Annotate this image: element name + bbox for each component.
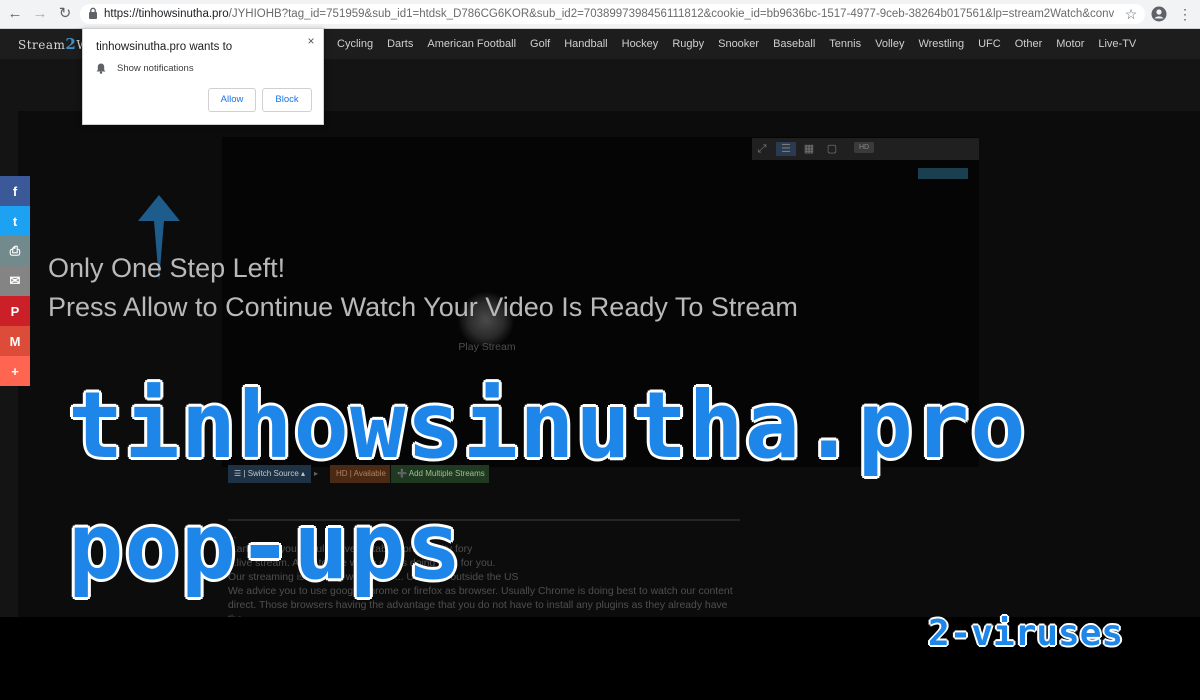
nav-item-rugby[interactable]: Rugby	[672, 29, 704, 59]
url-host: https://tinhowsinutha.pro	[104, 8, 229, 20]
nav-item-darts[interactable]: Darts	[387, 29, 413, 59]
nav-item-tennis[interactable]: Tennis	[829, 29, 861, 59]
play-stream-label[interactable]: Play Stream	[445, 341, 529, 353]
forward-icon[interactable]: →	[31, 5, 49, 23]
watermark-subtitle: pop-ups	[68, 493, 463, 600]
browser-toolbar: ← → ↻ https://tinhowsinutha.pro/JYHIOHB?…	[0, 0, 1200, 29]
pinterest-icon[interactable]: P	[0, 296, 30, 326]
close-icon[interactable]: ×	[305, 35, 317, 47]
nav-item-snooker[interactable]: Snooker	[718, 29, 759, 59]
nav-item-live-tv[interactable]: Live-TV	[1098, 29, 1136, 59]
reload-icon[interactable]: ↻	[56, 5, 74, 23]
nav-item-baseball[interactable]: Baseball	[773, 29, 815, 59]
notification-permission-popup: tinhowsinutha.pro wants to × Show notifi…	[82, 28, 324, 125]
nav-item-ufc[interactable]: UFC	[978, 29, 1001, 59]
sport-nav-list: Cycling Darts American Football Golf Handbal…	[337, 29, 1136, 59]
tv-icon[interactable]: ▢	[825, 142, 839, 156]
site-logo[interactable]: Stream2W	[18, 35, 89, 53]
nav-item-volley[interactable]: Volley	[875, 29, 904, 59]
account-icon[interactable]	[1151, 6, 1167, 22]
watermark-title: tinhowsinutha.pro	[68, 372, 1027, 479]
facebook-icon[interactable]: f	[0, 176, 30, 206]
logo-text-left: Stream	[18, 38, 66, 52]
email-icon[interactable]: ✉	[0, 266, 30, 296]
browser-menu-icon[interactable]: ⋮	[1178, 5, 1192, 23]
nav-item-hockey[interactable]: Hockey	[622, 29, 659, 59]
fullscreen-icon[interactable]: ⤢	[755, 142, 769, 156]
url-path: /JYHIOHB?tag_id=751959&sub_id1=htdsk_D78…	[228, 8, 1114, 20]
logo-text-mid: 2	[65, 35, 77, 53]
bookmark-star-icon[interactable]: ☆	[1122, 5, 1140, 23]
print-icon[interactable]: ⎙	[0, 236, 30, 266]
grid-view-icon[interactable]: ▦	[802, 142, 816, 156]
nav-item-golf[interactable]: Golf	[530, 29, 550, 59]
nav-item-motor[interactable]: Motor	[1056, 29, 1084, 59]
nav-item-other[interactable]: Other	[1015, 29, 1043, 59]
allow-button[interactable]: Allow	[208, 88, 256, 112]
nav-item-handball[interactable]: Handball	[564, 29, 607, 59]
player-corner-badge	[918, 168, 968, 179]
url-text[interactable]: https://tinhowsinutha.pro/JYHIOHB?tag_id…	[104, 6, 1114, 22]
popup-permission-text: Show notifications	[117, 63, 194, 74]
info-line: direct. Those browsers having the advant…	[228, 600, 728, 617]
watermark-brand: 2-viruses	[928, 613, 1124, 654]
share-sidebar: f t ⎙ ✉ P M +	[0, 176, 30, 386]
hd-badge[interactable]: HD	[854, 142, 874, 153]
block-button[interactable]: Block	[262, 88, 312, 112]
scam-headline: Only One Step Left!	[48, 253, 286, 283]
twitter-icon[interactable]: t	[0, 206, 30, 236]
lock-icon[interactable]	[88, 7, 98, 19]
nav-item-american-football[interactable]: American Football	[427, 29, 516, 59]
more-icon[interactable]: +	[0, 356, 30, 386]
bell-icon	[96, 63, 106, 74]
popup-title: tinhowsinutha.pro wants to	[96, 41, 233, 53]
scam-subline: Press Allow to Continue Watch Your Video…	[48, 292, 798, 322]
back-icon[interactable]: ←	[6, 5, 24, 23]
list-view-icon[interactable]: ☰	[776, 142, 796, 156]
nav-item-cycling[interactable]: Cycling	[337, 29, 373, 59]
nav-item-wrestling[interactable]: Wrestling	[918, 29, 964, 59]
gmail-icon[interactable]: M	[0, 326, 30, 356]
